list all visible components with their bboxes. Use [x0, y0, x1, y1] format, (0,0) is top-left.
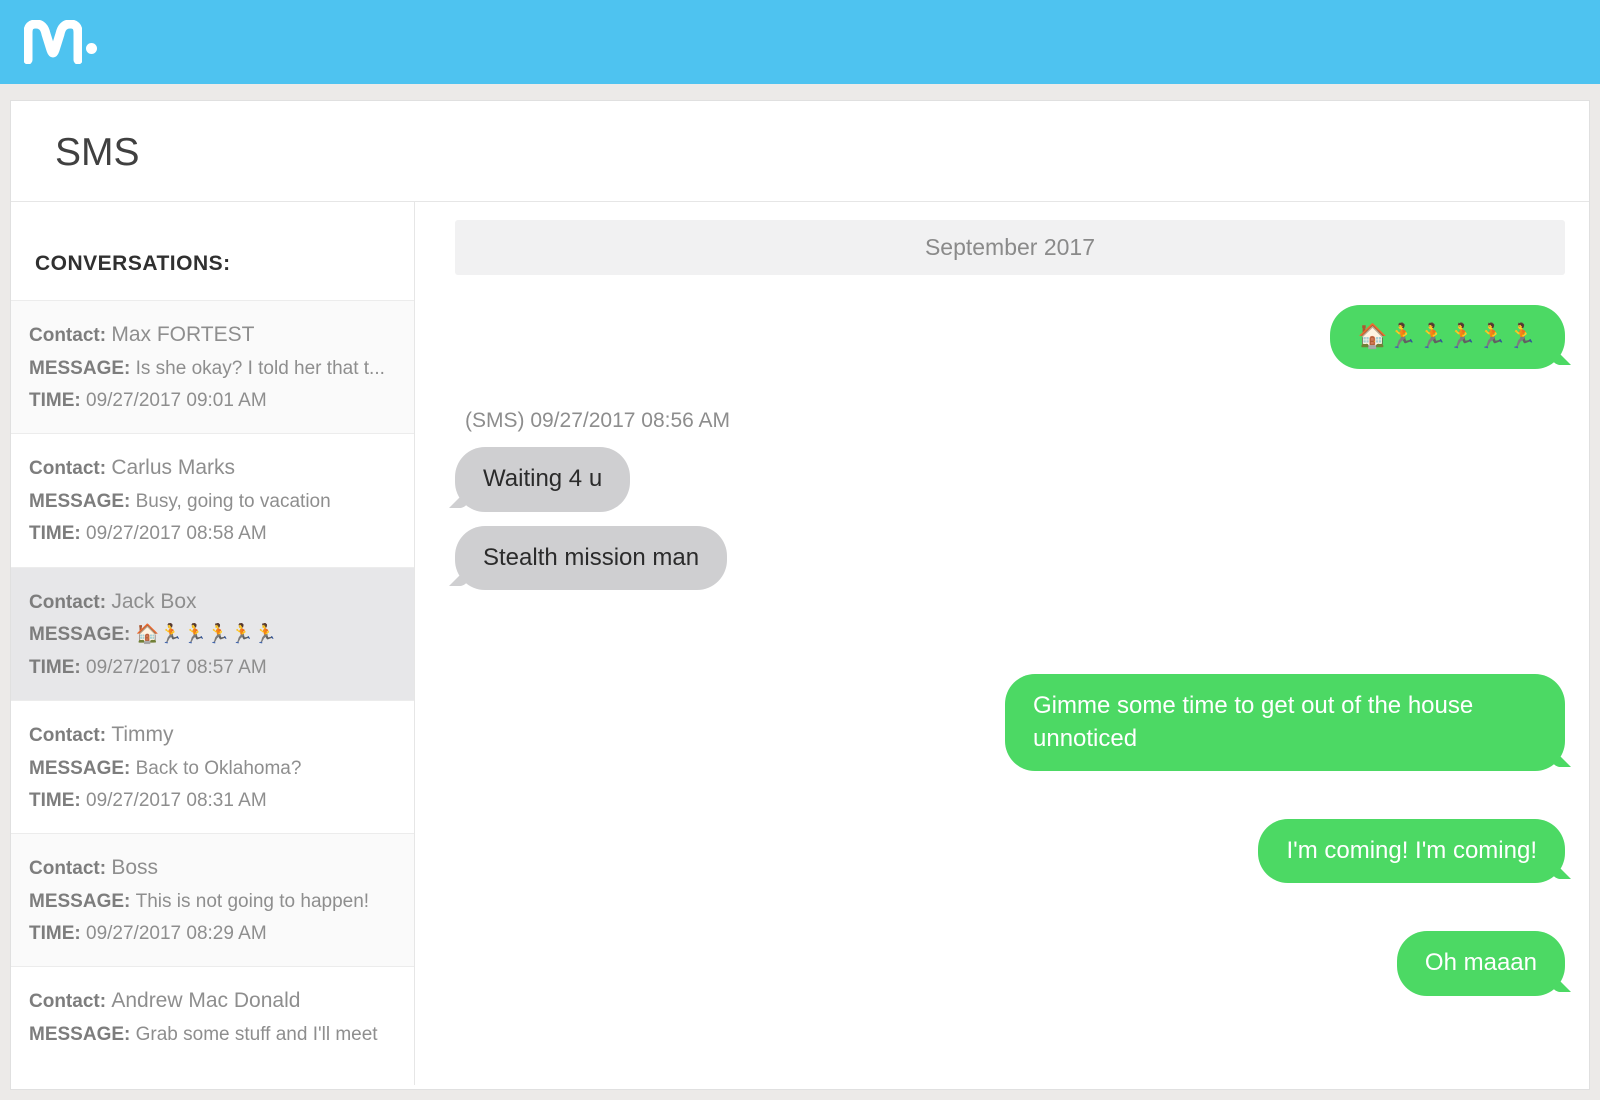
time-label: TIME:	[29, 923, 86, 944]
contact-label: Contact:	[29, 592, 111, 613]
incoming-message[interactable]: Waiting 4 u	[455, 447, 630, 511]
month-banner: September 2017	[455, 220, 1565, 275]
time-value: 09/27/2017 09:01 AM	[86, 390, 267, 411]
outgoing-message[interactable]: Oh maaan	[1397, 931, 1565, 995]
outgoing-message[interactable]: Gimme some time to get out of the house …	[1005, 674, 1565, 771]
main-panel: SMS CONVERSATIONS: Contact: Max FORTEST M…	[10, 100, 1590, 1090]
time-label: TIME:	[29, 523, 86, 544]
message-label: MESSAGE:	[29, 624, 136, 645]
outgoing-message[interactable]: 🏠🏃🏃🏃🏃🏃	[1330, 305, 1565, 369]
contact-label: Contact:	[29, 991, 111, 1012]
conversations-sidebar: CONVERSATIONS: Contact: Max FORTEST MESSA…	[11, 202, 415, 1085]
time-value: 09/27/2017 08:31 AM	[86, 790, 267, 811]
message-row: Gimme some time to get out of the house …	[455, 674, 1565, 771]
contact-name: Boss	[111, 856, 158, 879]
contact-name: Jack Box	[111, 590, 196, 613]
contact-name: Timmy	[111, 723, 173, 746]
brand-logo	[24, 20, 97, 64]
time-value: 09/27/2017 08:58 AM	[86, 523, 267, 544]
contact-label: Contact:	[29, 458, 111, 479]
message-row: Oh maaan	[455, 931, 1565, 995]
time-value: 09/27/2017 08:57 AM	[86, 657, 267, 678]
contact-label: Contact:	[29, 858, 111, 879]
conversations-heading: CONVERSATIONS:	[11, 222, 414, 300]
time-label: TIME:	[29, 790, 86, 811]
brand-dot-icon	[86, 43, 97, 54]
contact-name: Max FORTEST	[111, 323, 254, 346]
message-label: MESSAGE:	[29, 1024, 136, 1045]
message-preview: 🏠🏃🏃🏃🏃🏃	[136, 624, 278, 645]
page-title: SMS	[11, 101, 1589, 202]
time-label: TIME:	[29, 657, 86, 678]
message-label: MESSAGE:	[29, 891, 136, 912]
message-label: MESSAGE:	[29, 358, 136, 379]
message-thread: September 2017 🏠🏃🏃🏃🏃🏃 (SMS) 09/27/2017 0…	[415, 202, 1589, 1085]
conversation-item[interactable]: Contact: Timmy MESSAGE: Back to Oklahoma?…	[11, 700, 414, 833]
conversation-item[interactable]: Contact: Boss MESSAGE: This is not going …	[11, 833, 414, 966]
message-preview: Is she okay? I told her that t...	[136, 358, 385, 379]
incoming-timestamp: (SMS) 09/27/2017 08:56 AM	[465, 409, 1565, 433]
message-preview: This is not going to happen!	[136, 891, 369, 912]
message-label: MESSAGE:	[29, 758, 136, 779]
conversation-item[interactable]: Contact: Andrew Mac Donald MESSAGE: Grab …	[11, 966, 414, 1067]
message-row: I'm coming! I'm coming!	[455, 819, 1565, 883]
message-label: MESSAGE:	[29, 491, 136, 512]
app-header	[0, 0, 1600, 84]
message-row: 🏠🏃🏃🏃🏃🏃	[455, 305, 1565, 369]
contact-label: Contact:	[29, 725, 111, 746]
content-area: CONVERSATIONS: Contact: Max FORTEST MESSA…	[11, 202, 1589, 1085]
message-row: Waiting 4 u	[455, 447, 1565, 511]
conversation-list: Contact: Max FORTEST MESSAGE: Is she okay…	[11, 300, 414, 1067]
message-preview: Back to Oklahoma?	[136, 758, 302, 779]
contact-name: Andrew Mac Donald	[111, 989, 300, 1012]
time-value: 09/27/2017 08:29 AM	[86, 923, 267, 944]
conversation-item[interactable]: Contact: Carlus Marks MESSAGE: Busy, goin…	[11, 433, 414, 566]
conversation-item[interactable]: Contact: Max FORTEST MESSAGE: Is she okay…	[11, 300, 414, 433]
conversation-item[interactable]: Contact: Jack Box MESSAGE: 🏠🏃🏃🏃🏃🏃 TIME: 09…	[11, 567, 414, 700]
contact-name: Carlus Marks	[111, 456, 235, 479]
incoming-message[interactable]: Stealth mission man	[455, 526, 727, 590]
message-row: Stealth mission man	[455, 526, 1565, 590]
outgoing-message[interactable]: I'm coming! I'm coming!	[1258, 819, 1565, 883]
message-preview: Busy, going to vacation	[136, 491, 331, 512]
time-label: TIME:	[29, 390, 86, 411]
message-preview: Grab some stuff and I'll meet	[136, 1024, 378, 1045]
contact-label: Contact:	[29, 325, 111, 346]
